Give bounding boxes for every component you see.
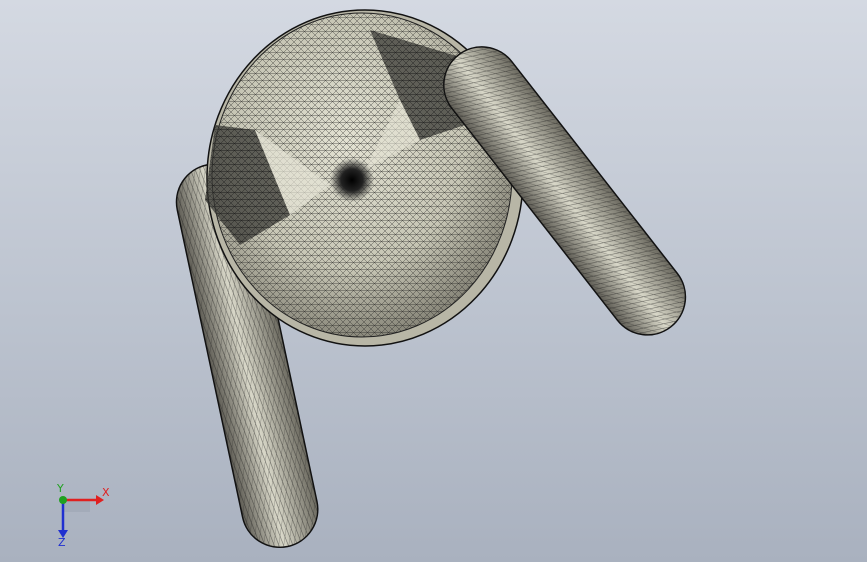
y-axis <box>59 496 67 504</box>
z-axis-label: Z <box>58 536 66 548</box>
y-axis-label: Y <box>56 482 64 495</box>
center-hub <box>330 158 374 202</box>
x-axis-label: X <box>102 486 110 499</box>
axis-triad: X Y Z <box>56 482 110 548</box>
3d-viewport[interactable] <box>0 0 867 562</box>
